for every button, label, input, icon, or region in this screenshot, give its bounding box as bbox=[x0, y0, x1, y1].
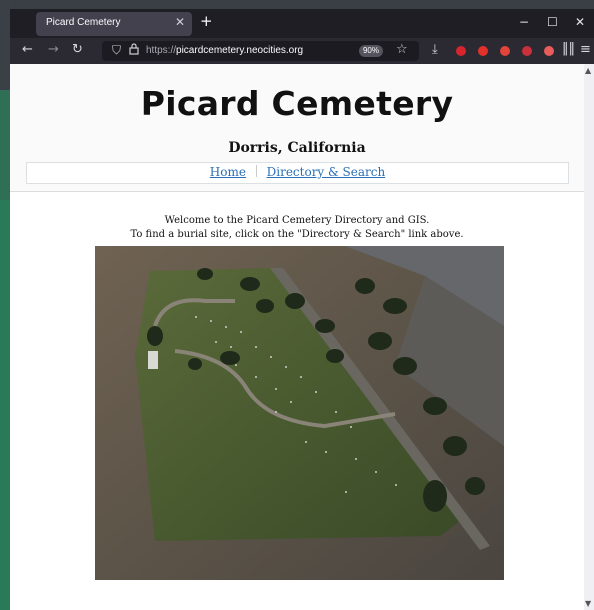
welcome-line-1: Welcome to the Picard Cemetery Directory… bbox=[164, 215, 430, 226]
library-icon[interactable]: ‖‖ bbox=[562, 41, 575, 56]
extension-ublock-icon[interactable] bbox=[456, 46, 466, 56]
page-subtitle: Dorris, California bbox=[228, 140, 366, 156]
star-icon[interactable]: ☆ bbox=[396, 42, 408, 57]
back-icon[interactable]: ← bbox=[22, 42, 33, 57]
nav-divider bbox=[255, 165, 257, 177]
extension-youtube-icon[interactable] bbox=[478, 46, 488, 56]
scroll-down-icon[interactable]: ▼ bbox=[585, 599, 591, 608]
navigation-bar: ← → ↻ ⛉ https://picardcemetery.neocities… bbox=[10, 38, 594, 64]
close-window-icon[interactable]: ✕ bbox=[575, 15, 585, 29]
tab-bar: Picard Cemetery ✕ + − ☐ ✕ bbox=[10, 9, 594, 38]
menu-icon[interactable]: ≡ bbox=[580, 42, 591, 57]
url-text[interactable]: https://picardcemetery.neocities.org bbox=[146, 45, 303, 56]
tab-active[interactable]: Picard Cemetery ✕ bbox=[36, 12, 192, 36]
browser-window: Picard Cemetery ✕ + − ☐ ✕ ← → ↻ ⛉ https:… bbox=[10, 9, 594, 610]
nav-link-home[interactable]: Home bbox=[210, 165, 246, 179]
url-bar[interactable]: ⛉ https://picardcemetery.neocities.org 9… bbox=[102, 41, 419, 61]
page-title: Picard Cemetery bbox=[140, 84, 454, 123]
tab-title: Picard Cemetery bbox=[46, 17, 121, 28]
page-viewport: Picard Cemetery Dorris, California Home … bbox=[10, 64, 584, 610]
download-icon[interactable]: ⤓ bbox=[432, 42, 438, 57]
welcome-line-2: To find a burial site, click on the "Dir… bbox=[130, 229, 464, 240]
vertical-scrollbar[interactable]: ▲ ▼ bbox=[584, 64, 594, 610]
lock-icon[interactable] bbox=[129, 43, 139, 58]
forward-icon[interactable]: → bbox=[48, 42, 59, 57]
maximize-icon[interactable]: ☐ bbox=[547, 15, 558, 29]
shield-icon[interactable]: ⛉ bbox=[112, 43, 121, 58]
tab-close-icon[interactable]: ✕ bbox=[175, 15, 185, 29]
welcome-text: Welcome to the Picard Cemetery Directory… bbox=[10, 214, 584, 242]
desktop-background-left bbox=[0, 0, 10, 610]
extension-pink-icon[interactable] bbox=[544, 46, 554, 56]
scroll-up-icon[interactable]: ▲ bbox=[585, 66, 591, 75]
extension-red-icon[interactable] bbox=[500, 46, 510, 56]
site-header: Picard Cemetery Dorris, California Home … bbox=[10, 64, 584, 192]
desktop-background bbox=[0, 0, 594, 9]
reload-icon[interactable]: ↻ bbox=[72, 42, 83, 57]
aerial-cemetery-image bbox=[95, 246, 504, 580]
extension-record-icon[interactable] bbox=[522, 46, 532, 56]
minimize-icon[interactable]: − bbox=[519, 15, 529, 29]
nav-link-directory[interactable]: Directory & Search bbox=[267, 165, 386, 179]
new-tab-icon[interactable]: + bbox=[200, 12, 213, 30]
site-nav: Home Directory & Search bbox=[26, 162, 569, 184]
zoom-badge[interactable]: 90% bbox=[359, 45, 383, 57]
